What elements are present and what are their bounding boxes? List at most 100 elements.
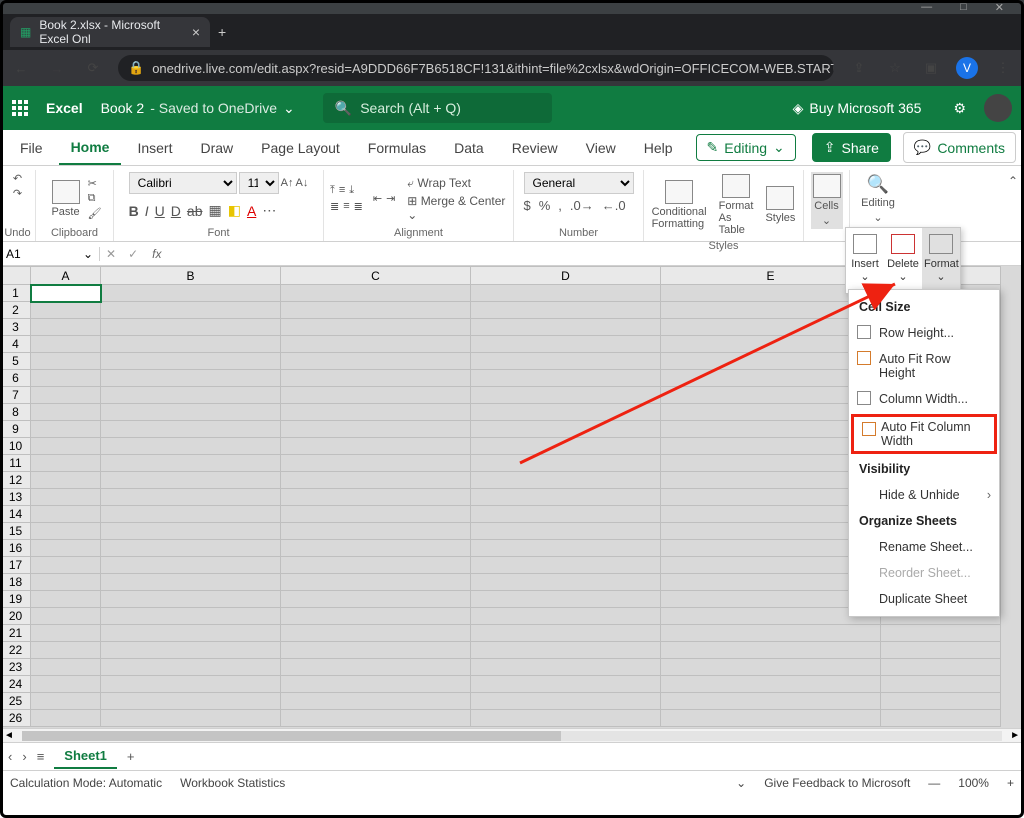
cell[interactable] [31, 540, 101, 557]
cell[interactable] [471, 625, 661, 642]
cell[interactable] [471, 336, 661, 353]
borders-icon[interactable]: ▦ [209, 202, 222, 219]
row-header[interactable]: 1 [1, 285, 31, 302]
row-header[interactable]: 23 [1, 659, 31, 676]
cell[interactable] [31, 506, 101, 523]
align-top-icon[interactable]: ⤒ [330, 184, 335, 197]
col-header[interactable]: D [471, 267, 661, 285]
share-icon[interactable]: ⇪ [848, 57, 870, 79]
col-header[interactable]: A [31, 267, 101, 285]
cells-button[interactable]: Cells⌄ [811, 172, 843, 229]
row-header[interactable]: 9 [1, 421, 31, 438]
ribbon-tab-insert[interactable]: Insert [125, 132, 184, 164]
cell[interactable] [881, 642, 1001, 659]
autofit-column-item[interactable]: Auto Fit Column Width [851, 414, 997, 454]
cell[interactable] [661, 659, 881, 676]
cell[interactable] [101, 608, 281, 625]
font-name-select[interactable]: Calibri [129, 172, 237, 194]
cell[interactable] [101, 506, 281, 523]
browser-menu-icon[interactable]: ⋮ [992, 57, 1014, 79]
row-header[interactable]: 6 [1, 370, 31, 387]
tab-close-icon[interactable]: × [192, 24, 200, 40]
cell[interactable] [31, 659, 101, 676]
sheet-tab[interactable]: Sheet1 [54, 744, 117, 769]
currency-icon[interactable]: $ [524, 198, 531, 213]
underline-button[interactable]: U [155, 203, 165, 219]
cell[interactable] [881, 659, 1001, 676]
cell[interactable] [31, 319, 101, 336]
document-title[interactable]: Book 2 - Saved to OneDrive ⌄ [101, 100, 295, 117]
cell[interactable] [471, 404, 661, 421]
cell[interactable] [31, 557, 101, 574]
cell[interactable] [101, 387, 281, 404]
cell[interactable] [661, 625, 881, 642]
buy-m365-button[interactable]: ◈ Buy Microsoft 365 [793, 100, 922, 117]
user-avatar[interactable] [984, 94, 1012, 122]
cell[interactable] [281, 540, 471, 557]
cell[interactable] [101, 285, 281, 302]
cell[interactable] [471, 285, 661, 302]
enter-icon[interactable]: ✓ [122, 247, 144, 261]
ribbon-tab-view[interactable]: View [574, 132, 628, 164]
cell[interactable] [281, 523, 471, 540]
cell[interactable] [31, 438, 101, 455]
merge-center-button[interactable]: ⊞ Merge & Center ⌄ [407, 194, 507, 222]
browser-avatar[interactable]: V [956, 57, 978, 79]
row-header[interactable]: 20 [1, 608, 31, 625]
row-header[interactable]: 12 [1, 472, 31, 489]
cell[interactable] [101, 625, 281, 642]
row-header[interactable]: 19 [1, 591, 31, 608]
row-header[interactable]: 14 [1, 506, 31, 523]
hide-unhide-item[interactable]: Hide & Unhide› [849, 482, 999, 508]
new-tab-button[interactable]: + [218, 24, 226, 40]
cell[interactable] [281, 642, 471, 659]
reload-icon[interactable]: ⟳ [82, 57, 104, 79]
italic-button[interactable]: I [145, 203, 149, 219]
cell[interactable] [471, 642, 661, 659]
extensions-icon[interactable]: ▣ [920, 57, 942, 79]
cell[interactable] [281, 336, 471, 353]
cell[interactable] [471, 387, 661, 404]
comments-button[interactable]: 💬 Comments [903, 132, 1016, 163]
row-header[interactable]: 26 [1, 710, 31, 727]
row-header[interactable]: 15 [1, 523, 31, 540]
cell[interactable] [101, 642, 281, 659]
cell[interactable] [281, 302, 471, 319]
fx-icon[interactable]: fx [144, 247, 169, 261]
cell[interactable] [31, 693, 101, 710]
cell[interactable] [471, 659, 661, 676]
cell[interactable] [281, 438, 471, 455]
cell[interactable] [101, 438, 281, 455]
cell[interactable] [881, 676, 1001, 693]
cell[interactable] [101, 574, 281, 591]
cell[interactable] [281, 574, 471, 591]
cell[interactable] [661, 676, 881, 693]
cell[interactable] [471, 302, 661, 319]
cell[interactable] [471, 693, 661, 710]
cell[interactable] [281, 489, 471, 506]
cell[interactable] [31, 421, 101, 438]
increase-decimal-icon[interactable]: .0→ [570, 198, 594, 213]
cancel-icon[interactable]: ✕ [100, 247, 122, 261]
cell[interactable] [31, 336, 101, 353]
conditional-formatting-button[interactable]: Conditional Formatting [648, 178, 711, 232]
cell[interactable] [661, 642, 881, 659]
cell[interactable] [31, 489, 101, 506]
cell[interactable] [471, 489, 661, 506]
row-height-item[interactable]: Row Height... [849, 320, 999, 346]
row-header[interactable]: 18 [1, 574, 31, 591]
bold-button[interactable]: B [129, 203, 139, 219]
cell[interactable] [471, 370, 661, 387]
cell[interactable] [31, 353, 101, 370]
align-center-icon[interactable]: ≡ [343, 200, 349, 213]
align-right-icon[interactable]: ≣ [354, 200, 363, 213]
row-header[interactable]: 17 [1, 557, 31, 574]
redo-icon[interactable]: ↷ [13, 187, 22, 200]
add-sheet-icon[interactable]: + [127, 749, 135, 764]
rename-sheet-item[interactable]: Rename Sheet... [849, 534, 999, 560]
cell[interactable] [101, 370, 281, 387]
cell[interactable] [31, 642, 101, 659]
feedback-link[interactable]: Give Feedback to Microsoft [764, 776, 910, 790]
cell-styles-button[interactable]: Styles [761, 184, 799, 226]
cell[interactable] [281, 591, 471, 608]
